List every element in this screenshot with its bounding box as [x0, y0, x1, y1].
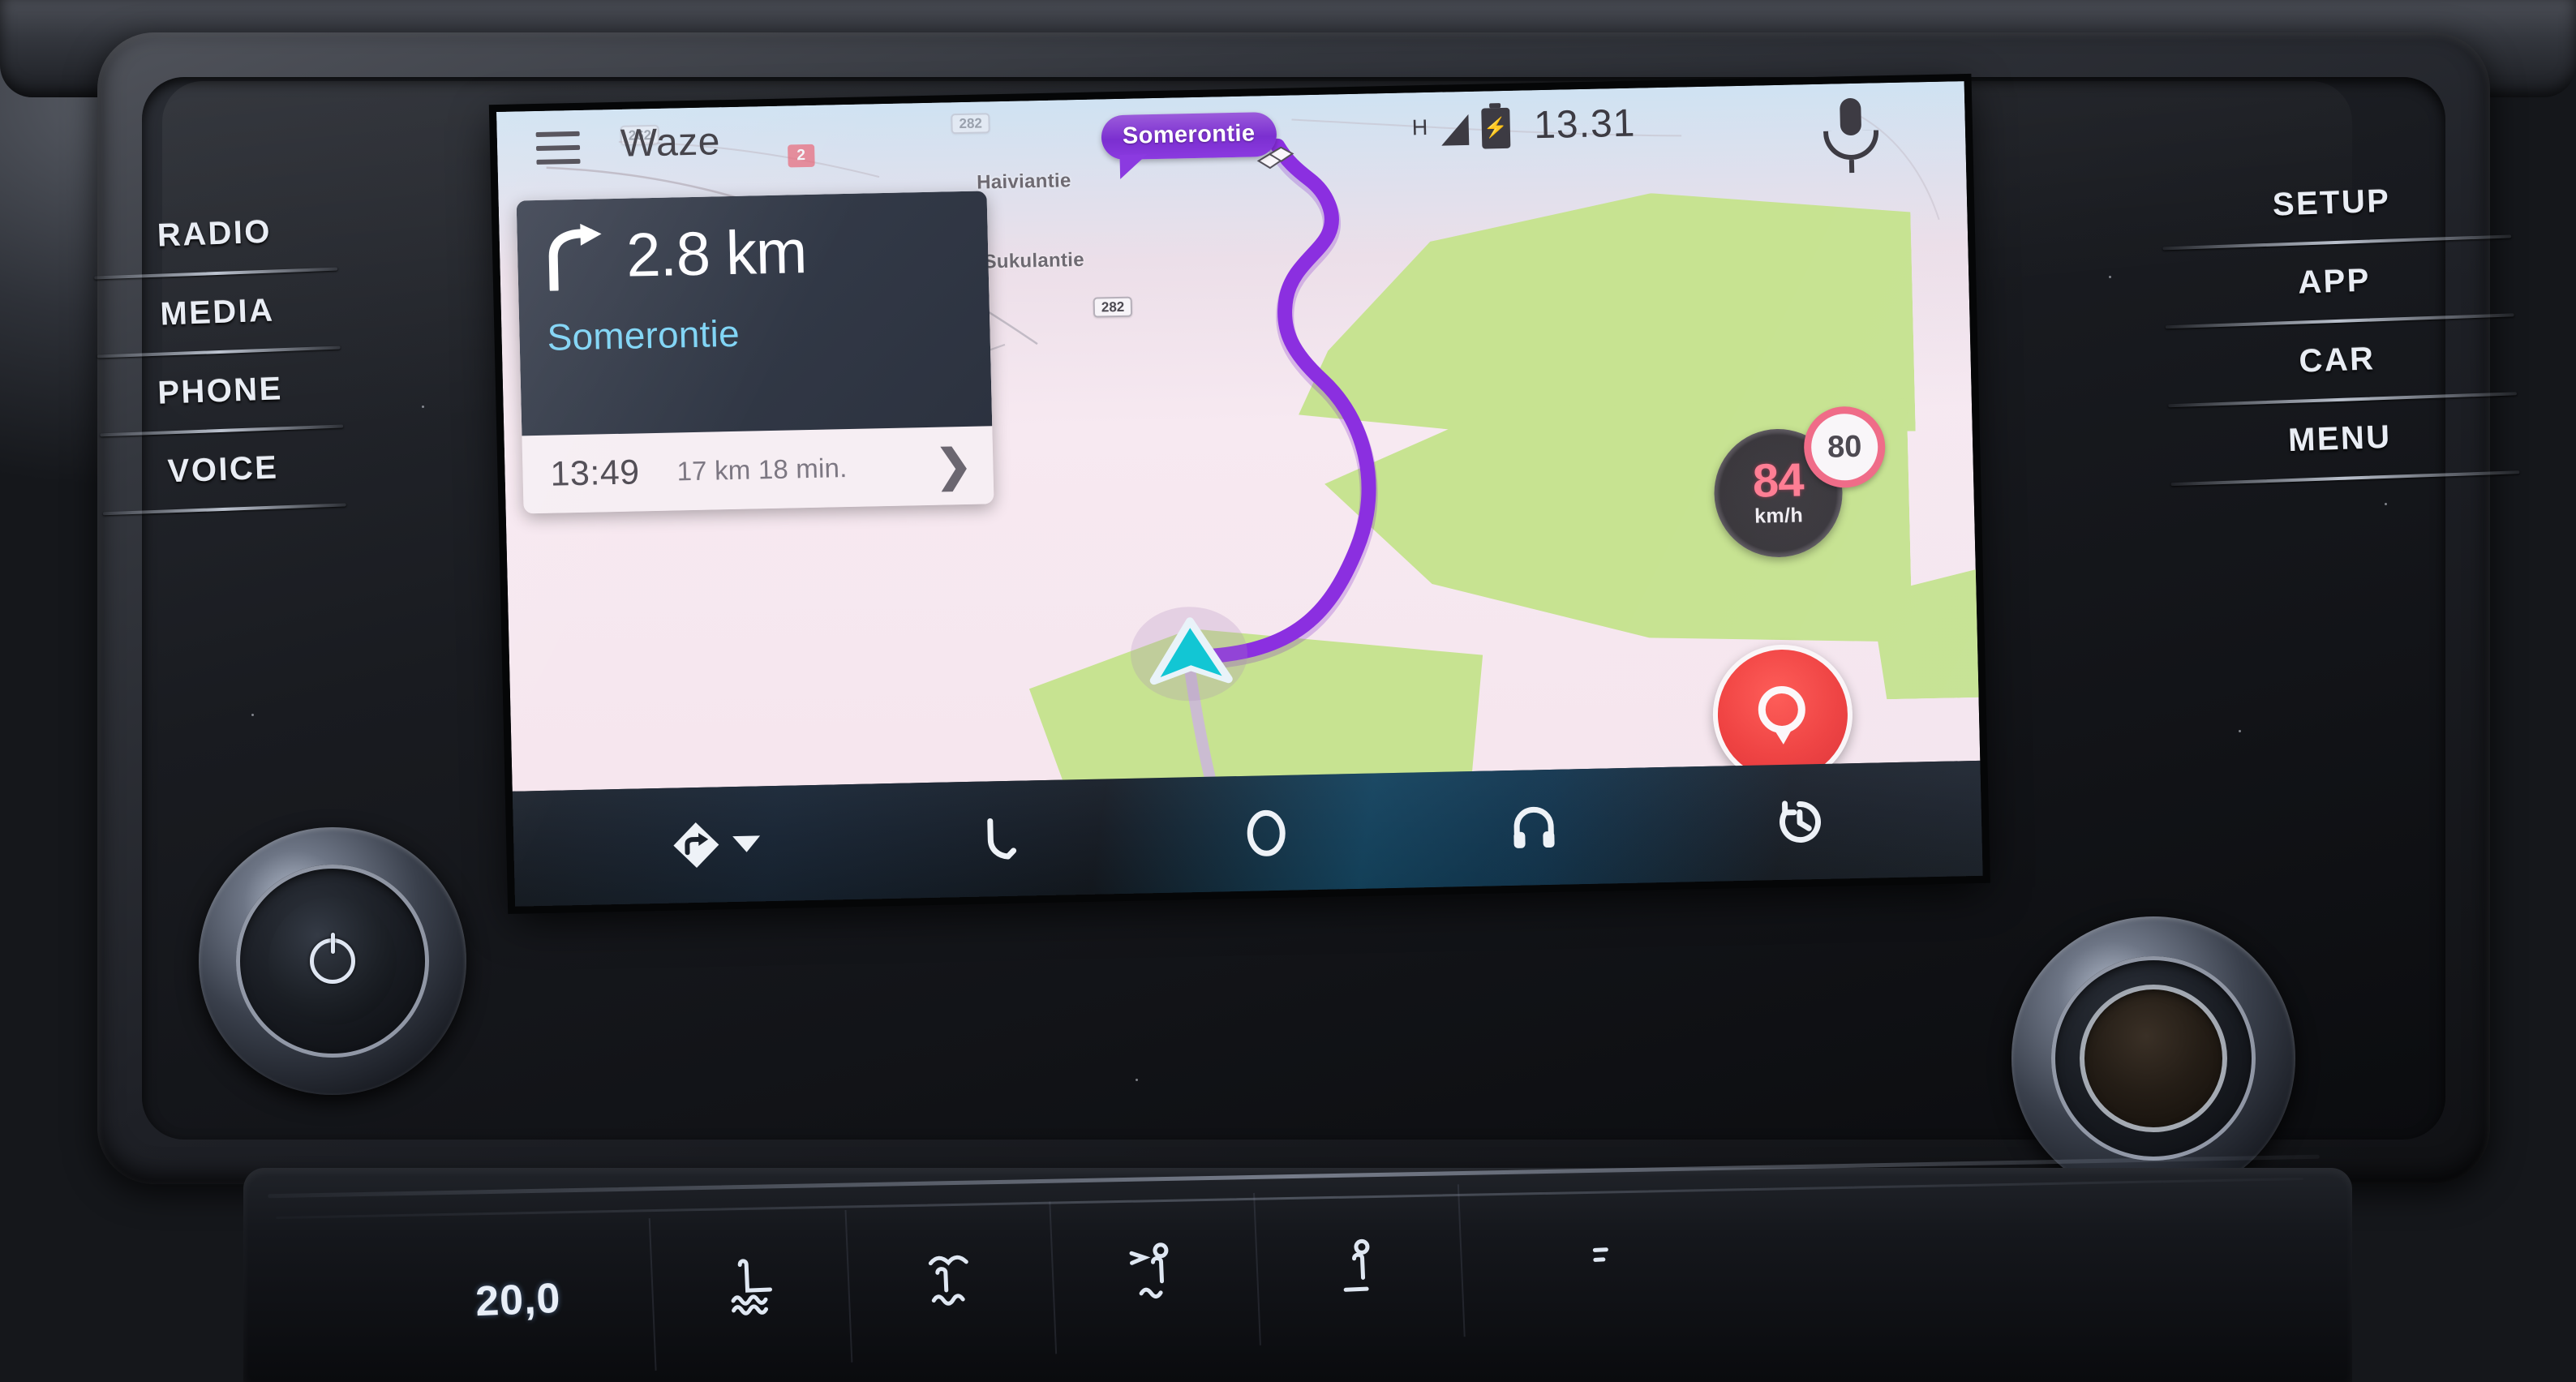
home-circle-icon [1247, 809, 1286, 856]
hard-button-phone[interactable]: PHONE [49, 352, 392, 430]
bottom-bar-item-media[interactable] [1508, 802, 1559, 853]
hard-button-radio[interactable]: RADIO [43, 195, 386, 273]
hard-button-car[interactable]: CAR [2166, 322, 2509, 400]
phone-icon [987, 818, 1017, 860]
temperature-value: 20,0 [474, 1274, 562, 1326]
network-type-label: H [1411, 114, 1428, 140]
vehicle-position-marker [1149, 617, 1233, 685]
left-hard-button-column: RADIO MEDIA PHONE VOICE [43, 195, 395, 521]
temperature-display[interactable]: 20,0 [381, 1218, 657, 1382]
bottom-bar-item-phone[interactable] [977, 815, 1024, 863]
airflow-face-icon [1129, 1243, 1169, 1299]
speed-unit-label: km/h [1754, 504, 1804, 528]
hard-button-car-label: CAR [2298, 341, 2376, 380]
map-label-road: Sukulantie [983, 248, 1085, 273]
airflow-feet-icon [1343, 1238, 1370, 1292]
hard-button-phone-label: PHONE [157, 371, 284, 411]
dashboard-scene: RADIO MEDIA PHONE VOICE SETUP APP CAR ME… [0, 0, 2576, 1382]
bottom-bar-item-recent[interactable] [1775, 797, 1825, 847]
nav-card-eta-bar[interactable]: 13:49 17 km 18 min. ❯ [522, 426, 994, 514]
location-pin-icon [1752, 684, 1814, 745]
hard-button-radio-label: RADIO [157, 213, 273, 254]
climate-button-airflow-face[interactable] [1050, 1192, 1261, 1354]
nav-street-name: Somerontie [546, 311, 741, 358]
right-hard-button-column: SETUP APP CAR MENU [2160, 165, 2520, 491]
power-icon [310, 933, 355, 984]
microphone-icon[interactable] [1823, 97, 1879, 174]
hard-button-app-label: APP [2297, 262, 2372, 301]
nav-distance: 2.8 km [625, 217, 808, 290]
navigation-diamond-icon [673, 822, 719, 869]
defrost-icon [928, 1255, 968, 1306]
infotainment-screen[interactable]: Somerontie Haiviantie Sukulantie 282 282… [496, 81, 1983, 907]
hard-button-menu[interactable]: MENU [2169, 401, 2512, 479]
signal-strength-icon [1440, 114, 1469, 146]
bottom-bar-item-navigation[interactable] [670, 818, 761, 870]
chevron-down-icon[interactable] [732, 835, 761, 853]
hard-button-setup-label: SETUP [2272, 182, 2392, 223]
history-icon [1780, 800, 1822, 843]
climate-button-fan[interactable] [1459, 1174, 1709, 1337]
turn-right-icon [548, 223, 602, 291]
climate-button-defrost[interactable] [846, 1201, 1058, 1363]
hard-button-setup[interactable]: SETUP [2160, 165, 2503, 242]
hard-button-media[interactable]: MEDIA [46, 273, 389, 351]
power-volume-knob[interactable] [199, 827, 466, 1095]
hamburger-menu-icon[interactable] [535, 131, 581, 165]
status-clock: 13.31 [1533, 101, 1636, 148]
knob-face [268, 896, 397, 1026]
speed-limit-value: 80 [1827, 429, 1862, 465]
battery-charging-icon: ⚡ [1480, 107, 1510, 149]
bottom-bar-item-home[interactable] [1240, 808, 1291, 859]
eta-time: 13:49 [549, 452, 641, 494]
hard-button-voice[interactable]: VOICE [52, 431, 395, 509]
fan-icon [1592, 1247, 1608, 1262]
status-indicators: H ⚡ 13.31 [1411, 101, 1636, 151]
road-shield: 282 [1093, 296, 1133, 318]
hard-button-media-label: MEDIA [159, 292, 276, 333]
hard-button-app[interactable]: APP [2163, 243, 2506, 321]
climate-button-seat-heater[interactable] [650, 1209, 853, 1371]
headphones-icon [1513, 806, 1555, 848]
app-name-label: Waze [620, 120, 721, 165]
seat-heater-icon [731, 1259, 773, 1315]
knob-inner [2080, 985, 2227, 1132]
nav-card-upper: 2.8 km Somerontie [516, 191, 993, 436]
hard-button-voice-label: VOICE [167, 449, 280, 490]
navigation-instruction-card[interactable]: 2.8 km Somerontie 13:49 17 km 18 min. ❯ [516, 191, 994, 514]
hard-button-menu-label: MENU [2287, 418, 2393, 459]
climate-button-airflow-feet[interactable] [1255, 1184, 1466, 1346]
remaining-distance-time: 17 km 18 min. [676, 453, 848, 487]
chevron-right-icon[interactable]: ❯ [934, 441, 972, 491]
current-speed-value: 84 [1752, 453, 1805, 508]
